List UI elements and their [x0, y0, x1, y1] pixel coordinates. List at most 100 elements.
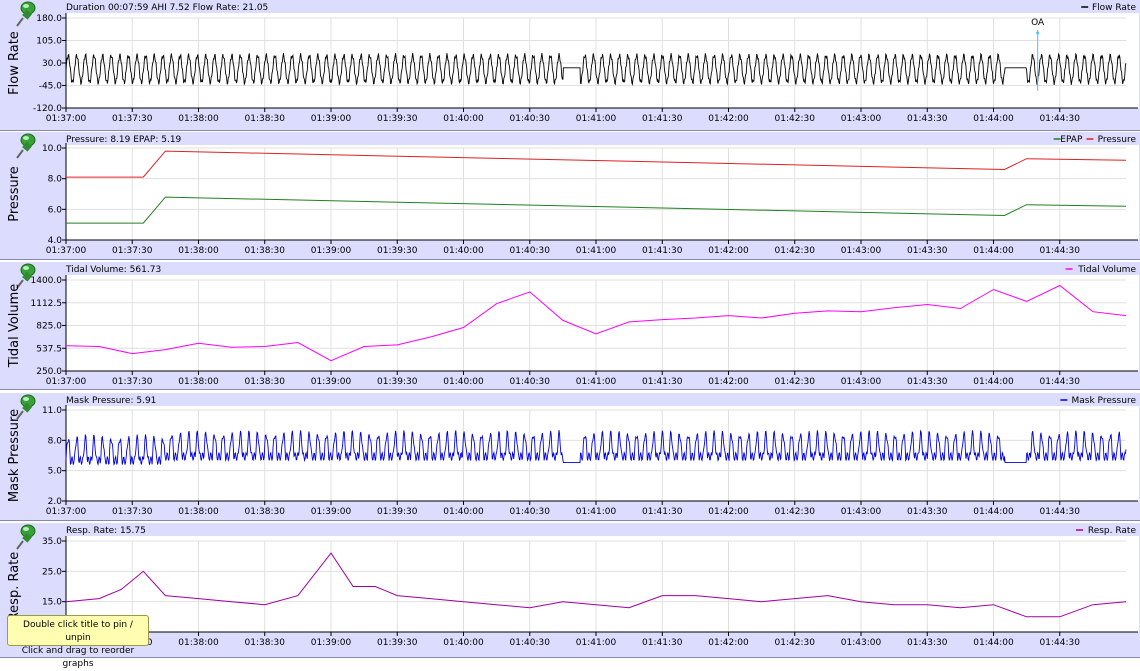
graph-flow-rate[interactable]: Flow Rate Duration 00:07:59 AHI 7.52 Flow… — [0, 0, 1140, 131]
x-tick-label: 01:38:00 — [178, 638, 219, 648]
x-tick-label: 01:39:00 — [311, 377, 352, 387]
y-tick-label: 4.0 — [48, 236, 63, 246]
x-tick-label: 01:42:30 — [775, 114, 816, 124]
x-tick-label: 01:42:00 — [708, 507, 749, 517]
x-tick-label: 01:39:30 — [377, 114, 418, 124]
x-tick-label: 01:38:00 — [178, 246, 219, 256]
mask-pressure-side-title[interactable]: Mask Pressure — [7, 409, 22, 502]
y-tick-label: 1400.0 — [31, 276, 63, 286]
x-tick-label: 01:39:30 — [377, 638, 418, 648]
x-tick-label: 01:40:00 — [443, 114, 484, 124]
x-tick-label: 01:37:30 — [112, 507, 153, 517]
resp-rate-header: Resp. Rate: 15.75 — [66, 526, 146, 536]
x-tick-label: 01:37:30 — [112, 377, 153, 387]
graph-stack: Flow Rate Duration 00:07:59 AHI 7.52 Flow… — [0, 0, 1140, 658]
x-tick-label: 01:41:30 — [642, 246, 683, 256]
legend-item: EPAP — [1060, 135, 1083, 145]
resp-rate-side-title[interactable]: Resp. Rate — [7, 552, 22, 622]
x-tick-label: 01:42:00 — [708, 377, 749, 387]
x-tick-label: 01:37:00 — [46, 114, 87, 124]
y-tick-label: 825.0 — [36, 322, 62, 332]
x-tick-label: 01:38:30 — [245, 377, 286, 387]
y-tick-label: 5.0 — [48, 467, 63, 477]
y-tick-label: 1112.5 — [31, 299, 63, 309]
plot-area — [66, 275, 1139, 371]
x-tick-label: 01:41:00 — [576, 246, 617, 256]
x-tick-label: 01:44:00 — [973, 638, 1014, 648]
tooltip-line-2: Click and drag to reorder graphs — [21, 646, 135, 669]
x-tick-label: 01:44:00 — [973, 507, 1014, 517]
x-tick-label: 01:43:00 — [841, 377, 882, 387]
x-tick-label: 01:40:30 — [510, 114, 551, 124]
x-tick-label: 01:40:00 — [443, 507, 484, 517]
plot-area — [66, 13, 1139, 108]
x-tick-label: 01:42:00 — [708, 114, 749, 124]
x-tick-label: 01:41:00 — [576, 377, 617, 387]
x-tick-label: 01:44:00 — [973, 377, 1014, 387]
x-tick-label: 01:37:30 — [112, 246, 153, 256]
x-tick-label: 01:38:30 — [245, 246, 286, 256]
x-tick-label: 01:42:30 — [775, 638, 816, 648]
x-tick-label: 01:42:00 — [708, 638, 749, 648]
y-tick-label: 15.0 — [42, 598, 62, 608]
x-tick-label: 01:40:30 — [510, 507, 551, 517]
graph-resp-rate[interactable]: Resp. Rate Resp. Rate: 15.75 Resp. Rate 35.… — [0, 523, 1140, 658]
x-tick-label: 01:37:30 — [112, 114, 153, 124]
x-tick-label: 01:38:30 — [245, 507, 286, 517]
x-tick-label: 01:44:30 — [1040, 114, 1081, 124]
x-tick-label: 01:43:00 — [841, 246, 882, 256]
event-oa-dot — [1036, 31, 1040, 35]
x-tick-label: 01:41:30 — [642, 507, 683, 517]
x-tick-label: 01:44:00 — [973, 114, 1014, 124]
x-tick-label: 01:44:00 — [973, 246, 1014, 256]
x-tick-label: 01:40:30 — [510, 638, 551, 648]
x-tick-label: 01:44:30 — [1040, 507, 1081, 517]
x-tick-label: 01:40:00 — [443, 246, 484, 256]
x-tick-label: 01:40:30 — [510, 246, 551, 256]
x-tick-label: 01:39:30 — [377, 377, 418, 387]
flow-rate-header: Duration 00:07:59 AHI 7.52 Flow Rate: 21… — [66, 3, 268, 13]
x-tick-label: 01:42:30 — [775, 507, 816, 517]
y-tick-label: 35.0 — [42, 537, 62, 547]
graph-tidal-volume[interactable]: Tidal Volume Tidal Volume: 561.73 Tidal Vo… — [0, 262, 1140, 390]
x-tick-label: 01:43:30 — [907, 114, 948, 124]
mask-pressure-header: Mask Pressure: 5.91 — [66, 396, 156, 406]
tidal-volume-side-title[interactable]: Tidal Volume — [7, 284, 22, 368]
x-tick-label: 01:42:30 — [775, 246, 816, 256]
x-tick-label: 01:42:00 — [708, 246, 749, 256]
x-tick-label: 01:44:30 — [1040, 638, 1081, 648]
x-tick-label: 01:38:00 — [178, 507, 219, 517]
tooltip: Double click title to pin / unpin Click … — [7, 615, 149, 669]
y-tick-label: 11.0 — [42, 406, 62, 416]
x-tick-label: 01:43:30 — [907, 638, 948, 648]
flow-rate-side-title[interactable]: Flow Rate — [7, 31, 22, 95]
x-tick-label: 01:38:00 — [178, 114, 219, 124]
graph-mask-pressure[interactable]: Mask Pressure Mask Pressure: 5.91 Mask Pre… — [0, 393, 1140, 521]
y-tick-label: 8.0 — [48, 436, 63, 446]
x-tick-label: 01:41:30 — [642, 377, 683, 387]
x-tick-label: 01:39:30 — [377, 246, 418, 256]
x-tick-label: 01:38:00 — [178, 377, 219, 387]
x-tick-label: 01:39:00 — [311, 507, 352, 517]
y-tick-label: 250.0 — [36, 367, 62, 377]
graph-pressure[interactable]: Pressure Pressure: 8.19 EPAP: 5.19 Pressur… — [0, 132, 1140, 260]
x-tick-label: 01:43:30 — [907, 377, 948, 387]
x-tick-label: 01:41:30 — [642, 638, 683, 648]
pressure-header: Pressure: 8.19 EPAP: 5.19 — [66, 135, 182, 145]
y-tick-label: 30.0 — [42, 59, 62, 69]
x-tick-label: 01:44:30 — [1040, 377, 1081, 387]
y-tick-label: 2.0 — [48, 497, 63, 507]
y-tick-label: 180.0 — [36, 14, 62, 24]
x-tick-label: 01:44:30 — [1040, 246, 1081, 256]
y-tick-label: 105.0 — [36, 37, 62, 47]
legend-item: Resp. Rate — [1088, 526, 1137, 536]
x-tick-label: 01:38:30 — [245, 114, 286, 124]
event-oa-label: OA — [1031, 18, 1045, 28]
x-tick-label: 01:43:30 — [907, 246, 948, 256]
x-tick-label: 01:39:00 — [311, 246, 352, 256]
legend-item: Flow Rate — [1092, 3, 1137, 13]
x-tick-label: 01:41:30 — [642, 114, 683, 124]
x-tick-label: 01:39:30 — [377, 507, 418, 517]
pressure-side-title[interactable]: Pressure — [7, 166, 22, 222]
x-tick-label: 01:40:00 — [443, 638, 484, 648]
